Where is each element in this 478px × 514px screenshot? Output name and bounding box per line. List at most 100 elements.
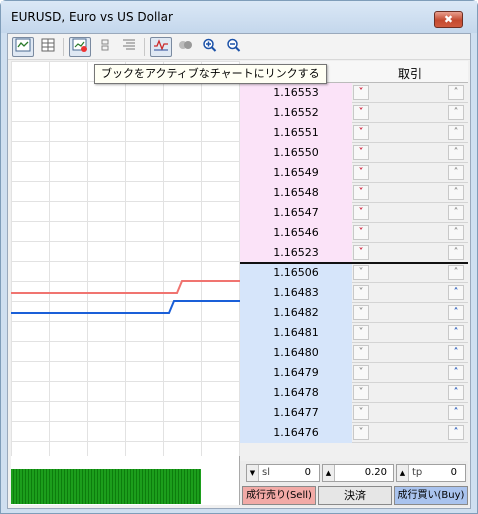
sell-chevron-down-icon[interactable]: ˅ [353,365,369,380]
buy-row[interactable]: 1.16482 ˅ ˄ [240,303,468,323]
tick-chart[interactable] [11,61,240,505]
depth-table-button[interactable] [37,37,59,57]
sl-value[interactable]: 0 [305,465,311,481]
buy-row[interactable]: 1.16480 ˅ ˄ [240,343,468,363]
sell-row[interactable]: 1.16547 ˅ ˄ [240,203,468,223]
zoom-out-button[interactable] [223,37,245,57]
tp-value[interactable]: 0 [451,465,457,481]
zoom-out-icon [227,38,241,52]
sell-chevron-down-icon[interactable]: ˅ [353,125,369,140]
volume-stepper[interactable]: ▲ 0.20 [322,464,394,482]
buy-chevron-up-icon[interactable]: ˄ [448,225,464,240]
sl-stepper[interactable]: ▼ sl 0 [246,464,320,482]
sell-chevron-down-icon[interactable]: ˅ [353,285,369,300]
tp-label: tp [412,467,423,478]
tooltip: ブックをアクティブなチャートにリンクする [94,64,327,84]
sell-chevron-down-icon[interactable]: ˅ [353,425,369,440]
sell-price: 1.16549 [240,163,352,183]
sell-row[interactable]: 1.16546 ˅ ˄ [240,223,468,243]
link-chart-button[interactable] [69,37,91,57]
buy-chevron-up-icon[interactable]: ˄ [448,425,464,440]
auto-scroll-button[interactable] [150,37,172,57]
dots-icon [179,41,192,49]
tp-stepper[interactable]: ▲ tp 0 [396,464,466,482]
sell-row[interactable]: 1.16523 ˅ ˄ [240,243,468,263]
buy-chevron-up-icon[interactable]: ˄ [448,265,464,280]
ask-line [11,280,240,294]
buy-chevron-up-icon[interactable]: ˄ [448,85,464,100]
buy-chevron-up-icon[interactable]: ˄ [448,165,464,180]
buy-chevron-up-icon[interactable]: ˄ [448,205,464,220]
sell-row[interactable]: 1.16548 ˅ ˄ [240,183,468,203]
sell-chevron-down-icon[interactable]: ˅ [353,225,369,240]
sell-price: 1.16523 [240,243,352,263]
buy-row[interactable]: 1.16483 ˅ ˄ [240,283,468,303]
sell-chevron-down-icon[interactable]: ˅ [353,305,369,320]
sl-label: sl [262,467,270,478]
sell-chevron-down-icon[interactable]: ˅ [353,385,369,400]
sell-chevron-down-icon[interactable]: ˅ [353,345,369,360]
order-panel: ▼ sl 0 ▲ 0.20 ▲ tp 0 成行売り(Sell) 決済 成行買い(… [240,461,468,507]
sell-chevron-down-icon[interactable]: ˅ [353,185,369,200]
buy-row[interactable]: 1.16479 ˅ ˄ [240,363,468,383]
close-button[interactable]: ✖ [434,11,463,28]
window-content: 取引 1.16553 ˅ ˄ 1.16552 ˅ ˄ 1.16551 ˅ ˄ 1.16550 ˅ ˄ 1… [7,33,471,509]
dots-button[interactable] [174,37,196,57]
spin-up-icon[interactable]: ▲ [323,465,335,481]
volume-histogram [11,469,201,504]
sell-chevron-down-icon[interactable]: ˅ [353,405,369,420]
sell-chevron-down-icon[interactable]: ˅ [353,85,369,100]
bid-line [11,300,240,314]
sell-row[interactable]: 1.16553 ˅ ˄ [240,83,468,103]
buy-market-button[interactable]: 成行買い(Buy) [394,486,468,505]
buy-chevron-up-icon[interactable]: ˄ [448,145,464,160]
spin-down-icon[interactable]: ▼ [247,465,259,481]
volume-value[interactable]: 0.20 [365,465,387,481]
buy-row[interactable]: 1.16506 ˅ ˄ [240,263,468,283]
buy-chevron-up-icon[interactable]: ˄ [448,325,464,340]
buy-chevron-up-icon[interactable]: ˄ [448,345,464,360]
sell-chevron-down-icon[interactable]: ˅ [353,265,369,280]
toolbar-separator [63,38,64,56]
buy-chevron-up-icon[interactable]: ˄ [448,185,464,200]
buy-row[interactable]: 1.16478 ˅ ˄ [240,383,468,403]
sell-row[interactable]: 1.16551 ˅ ˄ [240,123,468,143]
buy-chevron-up-icon[interactable]: ˄ [448,405,464,420]
tick-chart-icon [15,38,31,52]
buy-price: 1.16477 [240,403,352,423]
sell-chevron-down-icon[interactable]: ˅ [353,205,369,220]
sell-market-button[interactable]: 成行売り(Sell) [242,486,316,505]
buy-chevron-up-icon[interactable]: ˄ [448,305,464,320]
close-position-button[interactable]: 決済 [318,486,392,505]
buy-chevron-up-icon[interactable]: ˄ [448,105,464,120]
sell-row[interactable]: 1.16550 ˅ ˄ [240,143,468,163]
depth-of-market-window: EURUSD, Euro vs US Dollar ✖ 取引 1.16553 ˅… [0,0,478,514]
buy-chevron-up-icon[interactable]: ˄ [448,245,464,260]
sell-chevron-down-icon[interactable]: ˅ [353,105,369,120]
depth-table-icon [41,38,55,52]
buy-chevron-up-icon[interactable]: ˄ [448,385,464,400]
sell-row[interactable]: 1.16549 ˅ ˄ [240,163,468,183]
sell-chevron-down-icon[interactable]: ˅ [353,145,369,160]
sell-row[interactable]: 1.16552 ˅ ˄ [240,103,468,123]
sell-chevron-down-icon[interactable]: ˅ [353,325,369,340]
buy-price: 1.16478 [240,383,352,403]
buy-row[interactable]: 1.16477 ˅ ˄ [240,403,468,423]
sell-chevron-down-icon[interactable]: ˅ [353,165,369,180]
sell-chevron-down-icon[interactable]: ˅ [353,245,369,260]
buy-row[interactable]: 1.16481 ˅ ˄ [240,323,468,343]
buy-row[interactable]: 1.16476 ˅ ˄ [240,423,468,443]
spin-up-icon[interactable]: ▲ [397,465,409,481]
buy-price: 1.16483 [240,283,352,303]
volume-button[interactable] [118,37,140,57]
buy-chevron-up-icon[interactable]: ˄ [448,125,464,140]
buy-chevron-up-icon[interactable]: ˄ [448,285,464,300]
title-bar[interactable]: EURUSD, Euro vs US Dollar ✖ [1,1,477,33]
buy-chevron-up-icon[interactable]: ˄ [448,365,464,380]
zoom-in-button[interactable] [199,37,221,57]
tick-chart-button[interactable] [12,37,34,57]
buy-price: 1.16482 [240,303,352,323]
buy-price: 1.16480 [240,343,352,363]
stack-button[interactable] [94,37,116,57]
window-title: EURUSD, Euro vs US Dollar [11,10,173,24]
